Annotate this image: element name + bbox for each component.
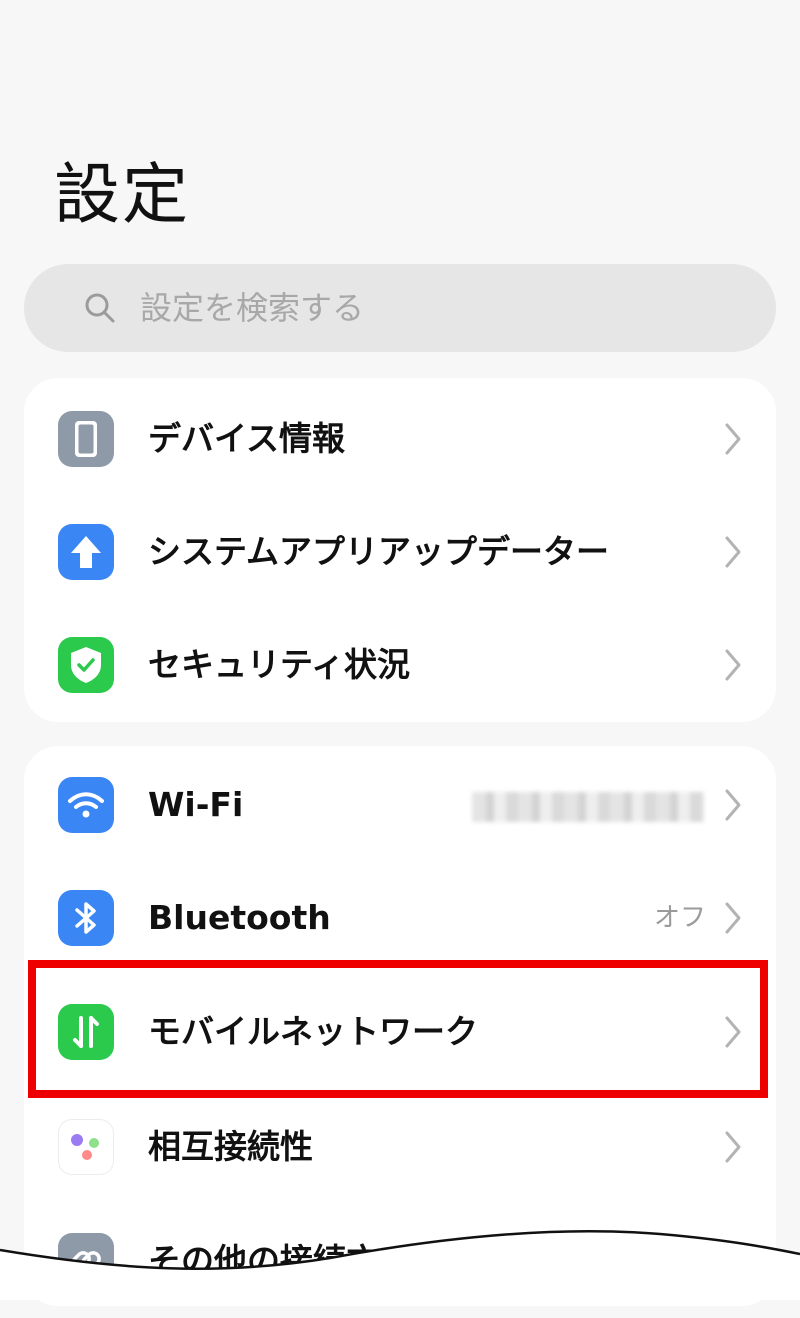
bluetooth-icon <box>58 890 114 946</box>
settings-item-device-info[interactable]: デバイス情報 <box>24 382 776 496</box>
bluetooth-status-value: オフ <box>653 903 706 933</box>
page-tear-edge <box>0 1230 800 1300</box>
settings-item-label: 相互接続性 <box>148 1127 313 1166</box>
search-placeholder: 設定を検索する <box>140 289 365 327</box>
search-bar[interactable]: 設定を検索する <box>24 264 776 352</box>
settings-item-label: デバイス情報 <box>148 419 346 458</box>
settings-item-bluetooth[interactable]: Bluetooth オフ <box>24 861 776 975</box>
chevron-right-icon <box>725 649 741 681</box>
settings-item-interconnectivity[interactable]: 相互接続性 <box>24 1090 776 1204</box>
settings-item-system-app-updater[interactable]: システムアプリアップデーター <box>24 495 776 609</box>
search-icon <box>85 293 115 323</box>
connectivity-dots-icon <box>58 1119 114 1175</box>
settings-item-label: Bluetooth <box>148 898 331 937</box>
settings-item-wifi[interactable]: Wi-Fi <box>24 748 776 862</box>
shield-check-icon <box>58 637 114 693</box>
arrow-up-icon <box>58 524 114 580</box>
settings-item-label: システムアプリアップデーター <box>148 532 610 571</box>
chevron-right-icon <box>725 1131 741 1163</box>
settings-group-device: デバイス情報 システムアプリアップデーター セキュリティ状況 <box>24 378 776 722</box>
settings-item-label: Wi-Fi <box>148 785 244 824</box>
wifi-network-name-blurred <box>472 792 704 822</box>
phone-device-icon <box>58 411 114 467</box>
settings-item-label: セキュリティ状況 <box>148 645 411 684</box>
chevron-right-icon <box>725 902 741 934</box>
chevron-right-icon <box>725 423 741 455</box>
settings-item-security-status[interactable]: セキュリティ状況 <box>24 608 776 722</box>
page-title: 設定 <box>54 156 190 233</box>
chevron-right-icon <box>725 789 741 821</box>
chevron-right-icon <box>725 536 741 568</box>
wifi-icon <box>58 777 114 833</box>
highlight-box <box>28 960 768 1098</box>
